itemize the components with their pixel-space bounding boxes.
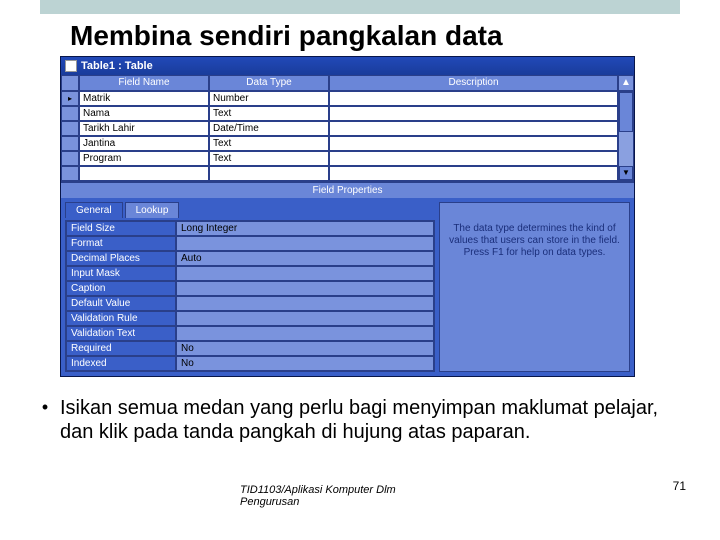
row-selector[interactable] xyxy=(61,151,79,166)
table-row xyxy=(61,166,618,181)
row-selector[interactable] xyxy=(61,166,79,181)
window-title-text: Table1 : Table xyxy=(81,60,153,72)
scroll-up-button[interactable]: ▲ xyxy=(618,75,634,91)
row-selector[interactable] xyxy=(61,121,79,136)
data-type-cell[interactable]: Text xyxy=(209,136,329,151)
prop-value[interactable]: Long Integer xyxy=(176,221,434,236)
help-panel: The data type determines the kind of val… xyxy=(439,202,630,372)
prop-value[interactable] xyxy=(176,296,434,311)
prop-value[interactable]: Auto xyxy=(176,251,434,266)
table-row: Jantina Text xyxy=(61,136,618,151)
tab-lookup[interactable]: Lookup xyxy=(125,202,180,218)
vertical-scrollbar[interactable]: ▼ xyxy=(618,91,634,181)
scroll-down-button[interactable]: ▼ xyxy=(619,166,633,180)
prop-name: Indexed xyxy=(66,356,176,371)
prop-name: Validation Rule xyxy=(66,311,176,326)
row-selector[interactable] xyxy=(61,136,79,151)
property-tabs: General Lookup xyxy=(65,202,435,218)
col-description: Description xyxy=(329,75,618,91)
prop-value[interactable] xyxy=(176,326,434,341)
page-title: Membina sendiri pangkalan data xyxy=(0,14,720,56)
data-type-cell[interactable]: Number xyxy=(209,91,329,106)
row-selector-header xyxy=(61,75,79,91)
field-name-cell[interactable]: Matrik xyxy=(79,91,209,106)
description-cell[interactable] xyxy=(329,91,618,106)
table-icon xyxy=(65,60,77,72)
tab-general[interactable]: General xyxy=(65,202,123,218)
prop-value[interactable]: No xyxy=(176,341,434,356)
prop-value[interactable] xyxy=(176,281,434,296)
field-name-cell[interactable]: Jantina xyxy=(79,136,209,151)
prop-value[interactable] xyxy=(176,266,434,281)
row-selector[interactable]: ▸ xyxy=(61,91,79,106)
prop-name: Validation Text xyxy=(66,326,176,341)
prop-name: Decimal Places xyxy=(66,251,176,266)
property-grid: Field SizeLong Integer Format Decimal Pl… xyxy=(65,220,435,372)
scrollbar-thumb[interactable] xyxy=(619,92,633,132)
db-design-window: Table1 : Table Field Name Data Type Desc… xyxy=(60,56,635,377)
prop-name: Field Size xyxy=(66,221,176,236)
field-name-cell[interactable]: Nama xyxy=(79,106,209,121)
field-name-cell[interactable]: Program xyxy=(79,151,209,166)
description-cell[interactable] xyxy=(329,166,618,181)
prop-name: Required xyxy=(66,341,176,356)
table-row: Tarikh Lahir Date/Time xyxy=(61,121,618,136)
window-titlebar: Table1 : Table xyxy=(61,57,634,75)
table-row: Nama Text xyxy=(61,106,618,121)
data-type-cell[interactable]: Text xyxy=(209,106,329,121)
data-type-cell[interactable]: Text xyxy=(209,151,329,166)
footer-text: TID1103/Aplikasi Komputer Dlm Pengurusan xyxy=(240,484,396,508)
prop-name: Default Value xyxy=(66,296,176,311)
col-field-name: Field Name xyxy=(79,75,209,91)
bullet-item: • Isikan semua medan yang perlu bagi men… xyxy=(0,377,720,444)
prop-name: Caption xyxy=(66,281,176,296)
prop-value[interactable] xyxy=(176,236,434,251)
description-cell[interactable] xyxy=(329,121,618,136)
table-row: ▸ Matrik Number xyxy=(61,91,618,106)
grid-header: Field Name Data Type Description ▲ xyxy=(61,75,634,91)
page-number: 71 xyxy=(673,479,686,493)
data-type-cell[interactable]: Date/Time xyxy=(209,121,329,136)
prop-name: Input Mask xyxy=(66,266,176,281)
bullet-text: Isikan semua medan yang perlu bagi menyi… xyxy=(60,397,690,444)
field-name-cell[interactable]: Tarikh Lahir xyxy=(79,121,209,136)
prop-value[interactable] xyxy=(176,311,434,326)
description-cell[interactable] xyxy=(329,151,618,166)
field-properties-header: Field Properties xyxy=(61,181,634,198)
row-selector[interactable] xyxy=(61,106,79,121)
field-grid[interactable]: ▸ Matrik Number Nama Text Tarikh Lahir D… xyxy=(61,91,618,181)
description-cell[interactable] xyxy=(329,136,618,151)
field-name-cell[interactable] xyxy=(79,166,209,181)
table-row: Program Text xyxy=(61,151,618,166)
prop-value[interactable]: No xyxy=(176,356,434,371)
prop-name: Format xyxy=(66,236,176,251)
description-cell[interactable] xyxy=(329,106,618,121)
col-data-type: Data Type xyxy=(209,75,329,91)
bullet-icon: • xyxy=(30,397,60,444)
data-type-cell[interactable] xyxy=(209,166,329,181)
